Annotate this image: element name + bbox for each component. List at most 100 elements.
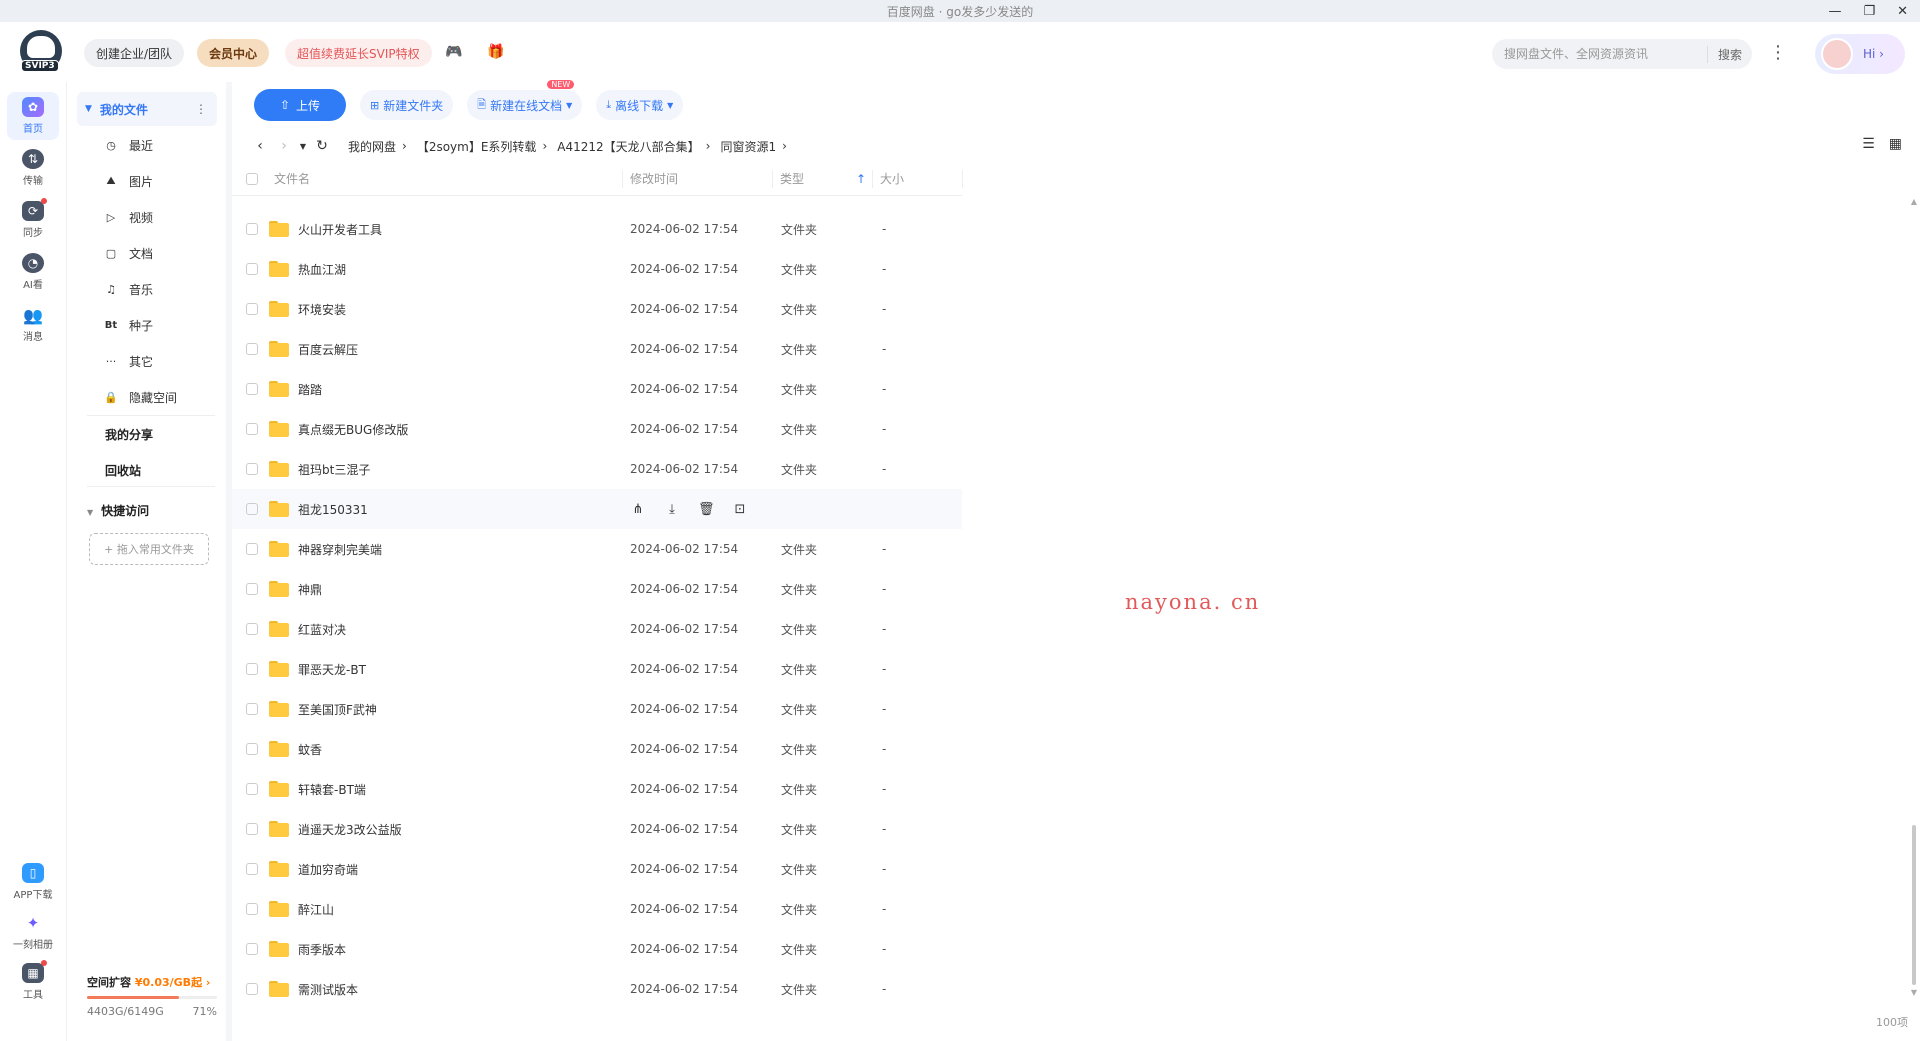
table-row[interactable]: 蚊香 2024-06-02 17:54 文件夹 -	[232, 729, 962, 769]
file-name[interactable]: 环境安装	[298, 301, 346, 318]
user-profile-button[interactable]: Hi ›	[1815, 34, 1905, 74]
file-name[interactable]: 蚊香	[298, 741, 322, 758]
maximize-icon[interactable]: ❐	[1863, 4, 1875, 19]
table-row[interactable]: 火山开发者工具 2024-06-02 17:54 文件夹 -	[232, 209, 962, 249]
svip-renew-button[interactable]: 超值续费延长SVIP特权	[285, 39, 432, 67]
file-name[interactable]: 雨季版本	[298, 941, 346, 958]
table-row[interactable]: 热血江湖 2024-06-02 17:54 文件夹 -	[232, 249, 962, 289]
row-checkbox[interactable]	[246, 223, 258, 235]
file-name[interactable]: 需测试版本	[298, 981, 358, 998]
more-menu-icon[interactable]: ⋮	[1768, 44, 1788, 64]
more-icon[interactable]: ⋮	[195, 102, 207, 116]
file-name[interactable]: 神鼎	[298, 581, 322, 598]
offline-download-button[interactable]: ⤓ 离线下载 ▼	[596, 90, 684, 120]
info-icon[interactable]: ⊡	[732, 502, 748, 517]
table-row[interactable]: 祖龙150331 ⋔ ⤓ 🗑 ⊡	[232, 489, 962, 529]
breadcrumb-item[interactable]: A41212【天龙八部合集】	[557, 138, 699, 155]
file-name[interactable]: 轩辕套-BT端	[298, 781, 366, 798]
row-checkbox[interactable]	[246, 503, 258, 515]
file-name[interactable]: 神器穿刺完美端	[298, 541, 382, 558]
row-checkbox[interactable]	[246, 943, 258, 955]
file-name[interactable]: 醉江山	[298, 901, 334, 918]
file-name[interactable]: 祖玛bt三混子	[298, 461, 370, 478]
sidebar-item-hidden-space[interactable]: 🔒 隐藏空间	[103, 387, 177, 407]
sidebar-item-music[interactable]: ♫ 音乐	[103, 279, 153, 299]
column-name[interactable]: 文件名	[274, 170, 310, 187]
table-row[interactable]: 罪恶天龙-BT 2024-06-02 17:54 文件夹 -	[232, 649, 962, 689]
rail-ai[interactable]: ◔ AI看	[7, 248, 59, 296]
file-name[interactable]: 红蓝对决	[298, 621, 346, 638]
delete-icon[interactable]: 🗑	[698, 502, 715, 517]
scrollbar[interactable]: ▲ ▼	[1910, 197, 1918, 997]
refresh-icon[interactable]: ↻	[310, 138, 334, 154]
row-checkbox[interactable]	[246, 623, 258, 635]
table-row[interactable]: 道加穷奇端 2024-06-02 17:54 文件夹 -	[232, 849, 962, 889]
storage-expand[interactable]: 空间扩容 ¥0.03/GB起 ›	[87, 974, 217, 990]
file-name[interactable]: 道加穷奇端	[298, 861, 358, 878]
sidebar-item-videos[interactable]: ▷ 视频	[103, 207, 153, 227]
row-checkbox[interactable]	[246, 303, 258, 315]
table-row[interactable]: 神鼎 2024-06-02 17:54 文件夹 -	[232, 569, 962, 609]
sidebar-quick-access[interactable]: ▼ 快捷访问	[87, 502, 149, 519]
file-name[interactable]: 真点缀无BUG修改版	[298, 421, 408, 438]
sidebar-item-recent[interactable]: ◷ 最近	[103, 135, 153, 155]
sidebar-item-others[interactable]: ··· 其它	[103, 351, 153, 371]
storage-panel[interactable]: 空间扩容 ¥0.03/GB起 › 4403G/6149G 71%	[87, 974, 217, 1018]
quick-access-drop-zone[interactable]: + 拖入常用文件夹	[89, 533, 209, 565]
rail-sync[interactable]: ⟳ 同步	[7, 196, 59, 244]
new-online-doc-button[interactable]: 🗎 新建在线文档 ▼ NEW	[467, 80, 583, 120]
back-icon[interactable]: ‹	[248, 138, 272, 154]
history-dropdown-icon[interactable]: ▼	[296, 142, 310, 151]
rail-album[interactable]: ✦ 一刻相册	[7, 908, 59, 956]
table-row[interactable]: 雨季版本 2024-06-02 17:54 文件夹 -	[232, 929, 962, 969]
create-team-button[interactable]: 创建企业/团队	[84, 39, 185, 67]
column-size[interactable]: 大小	[880, 170, 904, 187]
row-checkbox[interactable]	[246, 423, 258, 435]
rail-message[interactable]: 👥 消息	[7, 300, 59, 348]
row-checkbox[interactable]	[246, 463, 258, 475]
row-checkbox[interactable]	[246, 743, 258, 755]
breadcrumb-item[interactable]: 同窗资源1	[720, 138, 776, 155]
column-time[interactable]: 修改时间	[630, 170, 678, 187]
rail-app-download[interactable]: ▯ APP下载	[7, 858, 59, 906]
column-type[interactable]: 类型	[780, 170, 804, 187]
table-row[interactable]: 红蓝对决 2024-06-02 17:54 文件夹 -	[232, 609, 962, 649]
row-checkbox[interactable]	[246, 263, 258, 275]
rail-home[interactable]: ✿ 首页	[7, 92, 59, 140]
sort-ascending-icon[interactable]: ↑	[856, 172, 866, 186]
file-name[interactable]: 热血江湖	[298, 261, 346, 278]
row-checkbox[interactable]	[246, 703, 258, 715]
table-row[interactable]: 踏踏 2024-06-02 17:54 文件夹 -	[232, 369, 962, 409]
sidebar-item-images[interactable]: ⛰ 图片	[103, 171, 153, 191]
row-checkbox[interactable]	[246, 903, 258, 915]
scroll-down-icon[interactable]: ▼	[1910, 988, 1918, 997]
file-name[interactable]: 火山开发者工具	[298, 221, 382, 238]
table-row[interactable]: 醉江山 2024-06-02 17:54 文件夹 -	[232, 889, 962, 929]
minimize-icon[interactable]: —	[1828, 4, 1841, 19]
row-checkbox[interactable]	[246, 343, 258, 355]
sort-list-icon[interactable]: ☰	[1862, 136, 1875, 152]
file-name[interactable]: 罪恶天龙-BT	[298, 661, 366, 678]
table-row[interactable]: 神器穿刺完美端 2024-06-02 17:54 文件夹 -	[232, 529, 962, 569]
table-row[interactable]: 百度云解压 2024-06-02 17:54 文件夹 -	[232, 329, 962, 369]
sidebar-item-my-share[interactable]: 我的分享	[105, 426, 153, 443]
row-checkbox[interactable]	[246, 983, 258, 995]
table-row[interactable]: 真点缀无BUG修改版 2024-06-02 17:54 文件夹 -	[232, 409, 962, 449]
row-checkbox[interactable]	[246, 863, 258, 875]
table-row[interactable]: 逍遥天龙3改公益版 2024-06-02 17:54 文件夹 -	[232, 809, 962, 849]
table-row[interactable]: 环境安装 2024-06-02 17:54 文件夹 -	[232, 289, 962, 329]
search-input[interactable]	[1504, 47, 1704, 61]
grid-view-icon[interactable]: ▦	[1889, 136, 1902, 152]
table-row[interactable]: 祖玛bt三混子 2024-06-02 17:54 文件夹 -	[232, 449, 962, 489]
file-name[interactable]: 踏踏	[298, 381, 322, 398]
vip-center-button[interactable]: 会员中心	[197, 39, 270, 67]
file-name[interactable]: 祖龙150331	[298, 501, 368, 518]
file-name[interactable]: 逍遥天龙3改公益版	[298, 821, 402, 838]
table-row[interactable]: 需测试版本 2024-06-02 17:54 文件夹 -	[232, 969, 962, 1009]
game-icon[interactable]: 🎮	[444, 44, 464, 62]
user-level-logo[interactable]: SVIP3	[20, 30, 62, 72]
new-folder-button[interactable]: ⊞ 新建文件夹	[360, 90, 454, 120]
share-icon[interactable]: ⋔	[630, 502, 646, 517]
gift-icon[interactable]: 🎁	[486, 44, 506, 62]
sidebar-item-recycle[interactable]: 回收站	[105, 462, 141, 479]
